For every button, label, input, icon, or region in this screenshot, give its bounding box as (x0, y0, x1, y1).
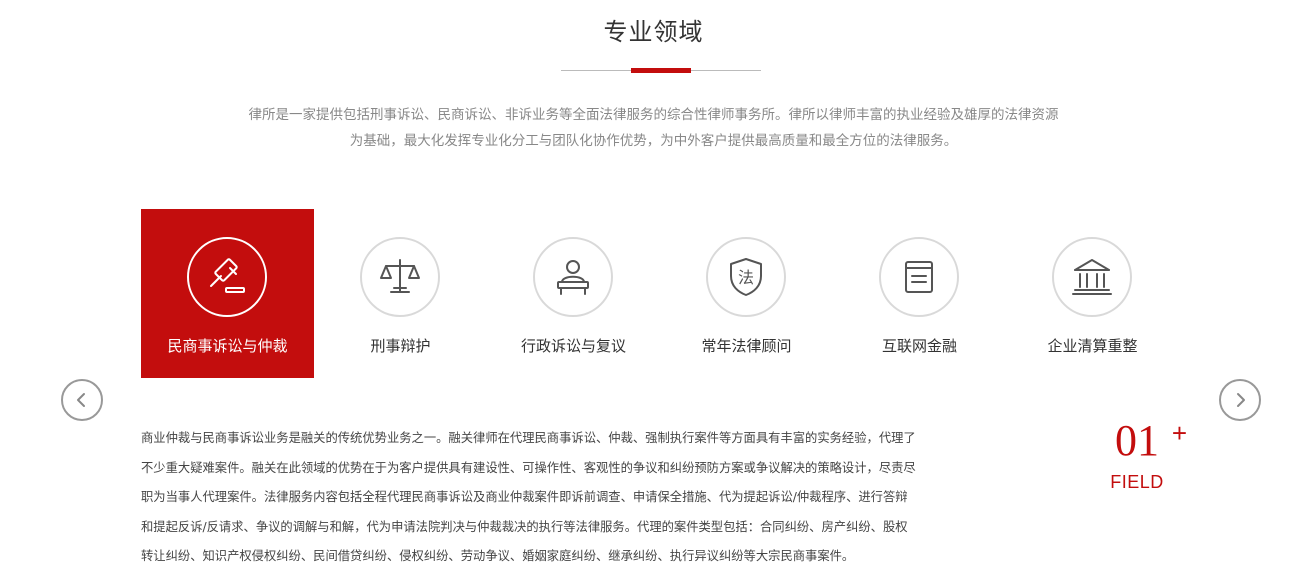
practice-area-tabs: 民商事诉讼与仲裁 刑事辩护 行政诉讼与复议 法 常年法律顾问 互联网金融 企业清… (141, 209, 1181, 378)
tab-label: 企业清算重整 (1047, 337, 1138, 355)
intro-line: 律所是一家提供包括刑事诉讼、民商诉讼、非诉业务等全面法律服务的综合性律师事务所。… (248, 107, 1059, 123)
tab-civil-commercial-litigation[interactable]: 民商事诉讼与仲裁 (141, 209, 314, 378)
tab-icon-circle (187, 237, 267, 317)
section-title: 专业领域 (603, 18, 704, 46)
bank-building-icon (1072, 259, 1112, 295)
tab-icon-circle (1052, 237, 1132, 317)
counter-number-wrap: 01 + (1115, 416, 1187, 466)
tab-administrative-litigation[interactable]: 行政诉讼与复议 (487, 209, 660, 378)
description-line: 转让纠纷、知识产权侵权纠纷、民间借贷纠纷、侵权纠纷、劳动争议、婚姻家庭纠纷、继承… (141, 549, 855, 563)
tab-icon-circle (533, 237, 613, 317)
chevron-left-icon (77, 393, 85, 407)
chevron-right-icon (1237, 393, 1245, 407)
scales-icon (380, 259, 420, 293)
tab-icon-circle: 法 (706, 237, 786, 317)
svg-text:法: 法 (738, 268, 754, 287)
tab-icon-circle (360, 237, 440, 317)
description-line: 商业仲裁与民商事诉讼业务是融关的传统优势业务之一。融关律师在代理民商事诉讼、仲裁… (141, 431, 916, 445)
tab-label: 民商事诉讼与仲裁 (167, 337, 288, 355)
tab-corporate-liquidation[interactable]: 企业清算重整 (1006, 209, 1179, 378)
practice-area-description: 商业仲裁与民商事诉讼业务是融关的传统优势业务之一。融关律师在代理民商事诉讼、仲裁… (141, 424, 1031, 572)
person-desk-icon (557, 260, 589, 295)
prev-button[interactable] (61, 379, 103, 421)
description-line: 不少重大疑难案件。融关在此领域的优势在于为客户提供具有建设性、可操作性、客观性的… (141, 460, 916, 475)
tab-internet-finance[interactable]: 互联网金融 (833, 209, 1006, 378)
tab-label: 常年法律顾问 (701, 337, 792, 355)
gavel-icon (210, 258, 245, 293)
tab-legal-counsel[interactable]: 法 常年法律顾问 (660, 209, 833, 378)
title-accent-bar (631, 68, 691, 73)
counter-label: FIELD (1110, 472, 1164, 492)
next-button[interactable] (1219, 379, 1261, 421)
tab-label: 行政诉讼与复议 (520, 337, 626, 355)
intro-line: 为基础，最大化发挥专业化分工与团队化协作优势，为中外客户提供最高质量和最全方位的… (349, 133, 958, 149)
tab-label: 互联网金融 (881, 337, 957, 355)
law-shield-icon: 法 (730, 258, 762, 296)
tab-icon-circle (879, 237, 959, 317)
tab-criminal-defense[interactable]: 刑事辩护 (314, 209, 487, 378)
field-counter: 01 + FIELD (1072, 416, 1202, 493)
tab-label: 刑事辩护 (370, 337, 431, 355)
document-icon (905, 261, 933, 293)
counter-plus: + (1171, 418, 1187, 448)
description-line: 职为当事人代理案件。法律服务内容包括全程代理民商事诉讼及商业仲裁案件即诉前调查、… (141, 490, 908, 504)
description-line: 和提起反诉/反请求、争议的调解与和解，代为申请法院判决与仲裁裁决的执行等法律服务… (141, 519, 908, 534)
section-intro: 律所是一家提供包括刑事诉讼、民商诉讼、非诉业务等全面法律服务的综合性律师事务所。… (180, 102, 1127, 154)
counter-number: 01 (1115, 416, 1159, 465)
